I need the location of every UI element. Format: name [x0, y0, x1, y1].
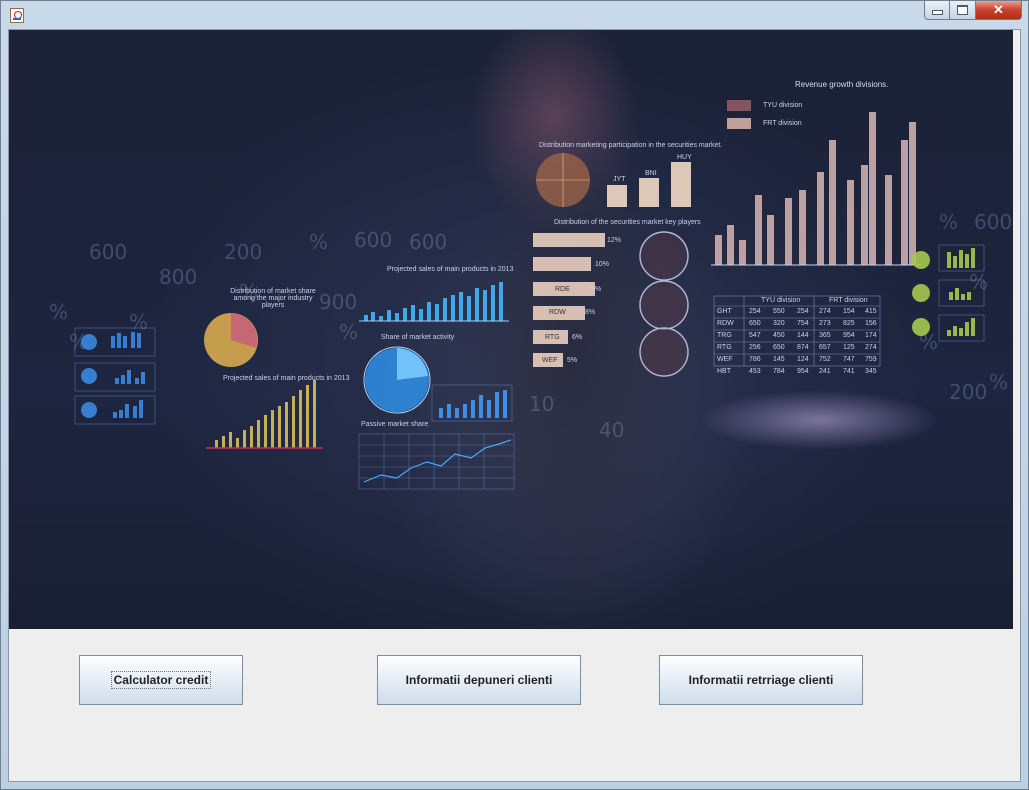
table-cell: 241	[819, 368, 831, 375]
dist-title: Distribution marketing participation in …	[539, 142, 723, 149]
table-cell: 274	[819, 308, 831, 315]
table-cell: RTG	[717, 344, 732, 351]
market-share-title: Distribution of market share among the m…	[230, 288, 316, 309]
table-cell: 254	[797, 308, 809, 315]
minimize-icon	[931, 10, 943, 15]
table-cell: 125	[843, 344, 855, 351]
calculator-credit-label: Calculator credit	[110, 671, 212, 689]
table-cell: 650	[749, 320, 761, 327]
hbar-value-6: 5%	[567, 357, 578, 364]
table-cell: RDW	[717, 320, 734, 327]
close-icon: ✕	[993, 2, 1004, 17]
table-cell: 345	[865, 368, 877, 375]
table-cell: GHT	[717, 308, 732, 315]
hbar-name-4: RDW	[549, 309, 566, 316]
table-cell: 320	[773, 320, 785, 327]
table-cell: 156	[865, 320, 877, 327]
hbar-value-4: 8%	[585, 309, 596, 316]
table-cell: 657	[819, 344, 831, 351]
table-header-tyu: TYU division	[761, 297, 801, 304]
hbar-name-5: RTG	[545, 334, 560, 341]
projected-title-2: Projected sales of main products in 2013	[223, 375, 350, 382]
table-cell: 254	[749, 308, 761, 315]
calculator-credit-button[interactable]: Calculator credit	[79, 655, 243, 705]
table-cell: 825	[843, 320, 855, 327]
table-cell: 154	[843, 308, 855, 315]
activity-title: Share of market activity	[381, 334, 455, 341]
table-cell: 274	[865, 344, 877, 351]
table-cell: 784	[773, 368, 785, 375]
table-cell: 752	[819, 356, 831, 363]
table-cell: 256	[749, 344, 761, 351]
table-cell: 741	[843, 368, 855, 375]
passive-title: Passive market share	[361, 421, 429, 428]
close-button[interactable]: ✕	[976, 1, 1022, 20]
table-cell: 144	[797, 332, 809, 339]
table-cell: 550	[773, 308, 785, 315]
key-players-title: Distribution of the securities market ke…	[554, 219, 701, 226]
hbar-name-6: WEF	[542, 357, 558, 364]
content-pane: 200 800 600 % % % % 600 600 900 % 10 40 …	[8, 29, 1021, 782]
table-cell: TRG	[717, 332, 732, 339]
projected-title: Projected sales of main products in 2013	[387, 266, 514, 273]
table-cell: 453	[749, 368, 761, 375]
table-cell: HBT	[717, 368, 731, 375]
table-cell: 365	[819, 332, 831, 339]
hbar-value-5: 6%	[572, 334, 583, 341]
deposits-info-button[interactable]: Informatii depuneri clienti	[377, 655, 581, 705]
table-cell: 450	[773, 332, 785, 339]
withdrawals-info-label: Informatii retrriage clienti	[688, 673, 834, 687]
table-cell: 786	[749, 356, 761, 363]
java-app-icon[interactable]	[10, 8, 24, 23]
legend-tyu: TYU division	[763, 102, 803, 109]
deposits-info-label: Informatii depuneri clienti	[405, 673, 553, 687]
infographic-overlay	[74, 100, 985, 490]
app-window: ✕ 200 800 600 % % % % 600 600 900 % 10 4…	[0, 0, 1029, 790]
table-cell: 747	[843, 356, 855, 363]
table-cell: 954	[843, 332, 855, 339]
table-header-frt: FRT division	[829, 297, 868, 304]
hbar-value-2: 10%	[595, 261, 610, 268]
maximize-button[interactable]	[950, 1, 976, 20]
table-cell: 273	[819, 320, 831, 327]
table-cell: 415	[865, 308, 877, 315]
table-cell: 954	[797, 368, 809, 375]
window-controls: ✕	[924, 1, 1022, 21]
title-bar[interactable]: ✕	[1, 1, 1028, 29]
hbar-value-3: 9%	[591, 286, 602, 293]
bar-label-1: JYT	[613, 176, 626, 183]
banner-image: 200 800 600 % % % % 600 600 900 % 10 40 …	[9, 30, 1013, 629]
minimize-button[interactable]	[924, 1, 950, 20]
legend-frt: FRT division	[763, 120, 802, 127]
hbar-name-3: RDE	[555, 286, 570, 293]
table-cell: 547	[749, 332, 761, 339]
withdrawals-info-button[interactable]: Informatii retrriage clienti	[659, 655, 863, 705]
table-cell: WEF	[717, 356, 733, 363]
maximize-icon	[957, 5, 968, 15]
bar-label-2: BNI	[645, 170, 657, 177]
table-cell: 759	[865, 356, 877, 363]
revenue-title: Revenue growth divisions.	[795, 80, 889, 89]
table-cell: 124	[797, 356, 809, 363]
table-cell: 754	[797, 320, 809, 327]
hbar-value-1: 12%	[607, 237, 622, 244]
table-cell: 874	[797, 344, 809, 351]
bar-label-3: HUY	[677, 154, 692, 161]
table-cell: 145	[773, 356, 785, 363]
table-cell: 650	[773, 344, 785, 351]
table-cell: 174	[865, 332, 877, 339]
